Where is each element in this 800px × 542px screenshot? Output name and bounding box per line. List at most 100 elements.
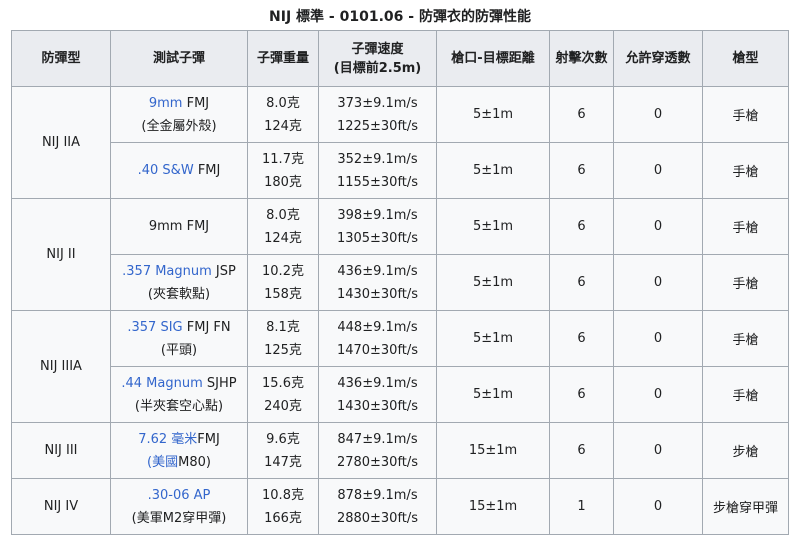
level-cell: NIJ IIA: [11, 86, 111, 199]
bullet-text: FMJ: [193, 163, 221, 178]
weight-cell: 10.8克 166克: [247, 478, 319, 535]
table-row: NIJ IIA 9mm FMJ (全金屬外殼) 8.0克 124克 373±9.…: [11, 86, 789, 199]
velocity-fts: 1225±30ft/s: [336, 118, 419, 134]
penetrations-cell: 0: [613, 478, 703, 535]
header-armor-type: 防彈型: [11, 30, 111, 87]
weight-grains: 125克: [264, 342, 302, 358]
weight-grams: 10.2克: [262, 263, 304, 279]
header-penetrations: 允許穿透數: [613, 30, 703, 87]
weight-grams: 8.1克: [266, 319, 300, 335]
table-row: .44 Magnum SJHP (半夾套空心點) 15.6克 240克 436±…: [12, 366, 789, 423]
bullet-cell: 7.62 毫米FMJ (美國M80): [110, 422, 248, 479]
bullet-note: M80): [178, 454, 211, 470]
weight-grams: 8.0克: [266, 207, 300, 223]
table-row: NIJ IIIA .357 SIG FMJ FN (平頭) 8.1克 125克 …: [11, 310, 789, 423]
bullet-text: SJHP: [202, 375, 237, 391]
velocity-ms: 448±9.1m/s: [337, 319, 418, 335]
gun-cell: 步槍: [702, 422, 789, 479]
weight-grains: 124克: [264, 118, 302, 134]
weight-cell: 8.0克 124克: [247, 198, 319, 255]
gun-cell: 手槍: [702, 142, 789, 199]
bullet-note: (夾套軟點): [147, 286, 211, 302]
bullet-cell: .357 Magnum JSP (夾套軟點): [110, 254, 248, 311]
velocity-cell: 436±9.1m/s 1430±30ft/s: [318, 366, 437, 423]
bullet-text: FMJ: [197, 431, 220, 447]
velocity-ms: 398±9.1m/s: [337, 207, 418, 223]
table-row: .357 Magnum JSP (夾套軟點) 10.2克 158克 436±9.…: [12, 254, 789, 311]
gun-cell: 手槍: [702, 366, 789, 423]
table-row: .40 S&W FMJ 11.7克 180克 352±9.1m/s 1155±3…: [12, 142, 789, 199]
weight-grains: 147克: [264, 454, 302, 470]
weight-grams: 15.6克: [262, 375, 304, 391]
level-cell: NIJ III: [11, 422, 111, 479]
bullet-cell: .40 S&W FMJ: [110, 142, 248, 199]
bullet-note: (全金屬外殼): [141, 118, 217, 134]
shots-cell: 6: [549, 254, 614, 311]
distance-cell: 5±1m: [436, 198, 550, 255]
velocity-cell: 398±9.1m/s 1305±30ft/s: [318, 198, 437, 255]
velocity-fts: 1430±30ft/s: [336, 398, 419, 414]
shots-cell: 6: [549, 198, 614, 255]
bullet-cell: 9mm FMJ (全金屬外殼): [110, 86, 248, 143]
velocity-ms: 373±9.1m/s: [337, 95, 418, 111]
shots-cell: 6: [549, 310, 614, 367]
weight-grains: 166克: [264, 510, 302, 526]
bullet-link[interactable]: .40 S&W: [138, 163, 194, 178]
velocity-ms: 878±9.1m/s: [337, 487, 418, 503]
bullet-link[interactable]: 7.62 毫米: [138, 432, 197, 447]
bullet-link[interactable]: 9mm: [149, 96, 183, 111]
weight-grains: 158克: [264, 286, 302, 302]
bullet-link[interactable]: .357 Magnum: [122, 264, 212, 279]
table-caption: NIJ 標準 - 0101.06 - 防彈衣的防彈性能: [269, 9, 531, 25]
bullet-note-link[interactable]: (美國: [147, 455, 178, 470]
bullet-link[interactable]: .357 SIG: [127, 320, 182, 335]
gun-cell: 手槍: [702, 198, 789, 255]
velocity-ms: 847±9.1m/s: [337, 431, 418, 447]
distance-cell: 15±1m: [436, 478, 550, 535]
weight-grains: 124克: [264, 230, 302, 246]
penetrations-cell: 0: [613, 198, 703, 255]
table-row: NIJ II 9mm FMJ 8.0克 124克 398±9.1m/s 1305…: [11, 198, 789, 311]
bullet-note: (平頭): [160, 342, 198, 358]
bullet-link[interactable]: .44 Magnum: [121, 376, 202, 391]
header-weight: 子彈重量: [247, 30, 319, 87]
gun-cell: 步槍穿甲彈: [702, 478, 789, 535]
penetrations-cell: 0: [613, 86, 703, 143]
table-row: NIJ III 7.62 毫米FMJ (美國M80) 9.6克 147克 847…: [11, 422, 789, 479]
header-distance: 槍口-目標距離: [436, 30, 550, 87]
bullet-text: FMJ FN: [182, 319, 231, 335]
distance-cell: 5±1m: [436, 142, 550, 199]
weight-cell: 9.6克 147克: [247, 422, 319, 479]
velocity-cell: 373±9.1m/s 1225±30ft/s: [318, 86, 437, 143]
distance-cell: 5±1m: [436, 254, 550, 311]
bullet-cell: 9mm FMJ: [110, 198, 248, 255]
level-cell: NIJ II: [11, 198, 111, 311]
bullet-cell: .357 SIG FMJ FN (平頭): [110, 310, 248, 367]
velocity-cell: 847±9.1m/s 2780±30ft/s: [318, 422, 437, 479]
weight-cell: 8.0克 124克: [247, 86, 319, 143]
gun-cell: 手槍: [702, 310, 789, 367]
velocity-fts: 2880±30ft/s: [336, 510, 419, 526]
distance-cell: 5±1m: [436, 310, 550, 367]
penetrations-cell: 0: [613, 142, 703, 199]
header-shots: 射擊次數: [549, 30, 614, 87]
weight-grams: 11.7克: [262, 151, 304, 167]
weight-cell: 8.1克 125克: [247, 310, 319, 367]
weight-cell: 15.6克 240克: [247, 366, 319, 423]
velocity-ms: 352±9.1m/s: [337, 151, 418, 167]
weight-grams: 9.6克: [266, 431, 300, 447]
header-velocity: 子彈速度 (目標前2.5m): [318, 30, 437, 87]
weight-cell: 11.7克 180克: [247, 142, 319, 199]
velocity-fts: 1305±30ft/s: [336, 230, 419, 246]
bullet-link[interactable]: .30-06 AP: [148, 488, 211, 503]
header-velocity-line2: (目標前2.5m): [333, 60, 422, 76]
level-cell: NIJ IV: [11, 478, 111, 535]
shots-cell: 6: [549, 142, 614, 199]
velocity-cell: 448±9.1m/s 1470±30ft/s: [318, 310, 437, 367]
weight-grains: 240克: [264, 398, 302, 414]
distance-cell: 5±1m: [436, 366, 550, 423]
shots-cell: 6: [549, 366, 614, 423]
velocity-ms: 436±9.1m/s: [337, 375, 418, 391]
distance-cell: 5±1m: [436, 86, 550, 143]
weight-cell: 10.2克 158克: [247, 254, 319, 311]
